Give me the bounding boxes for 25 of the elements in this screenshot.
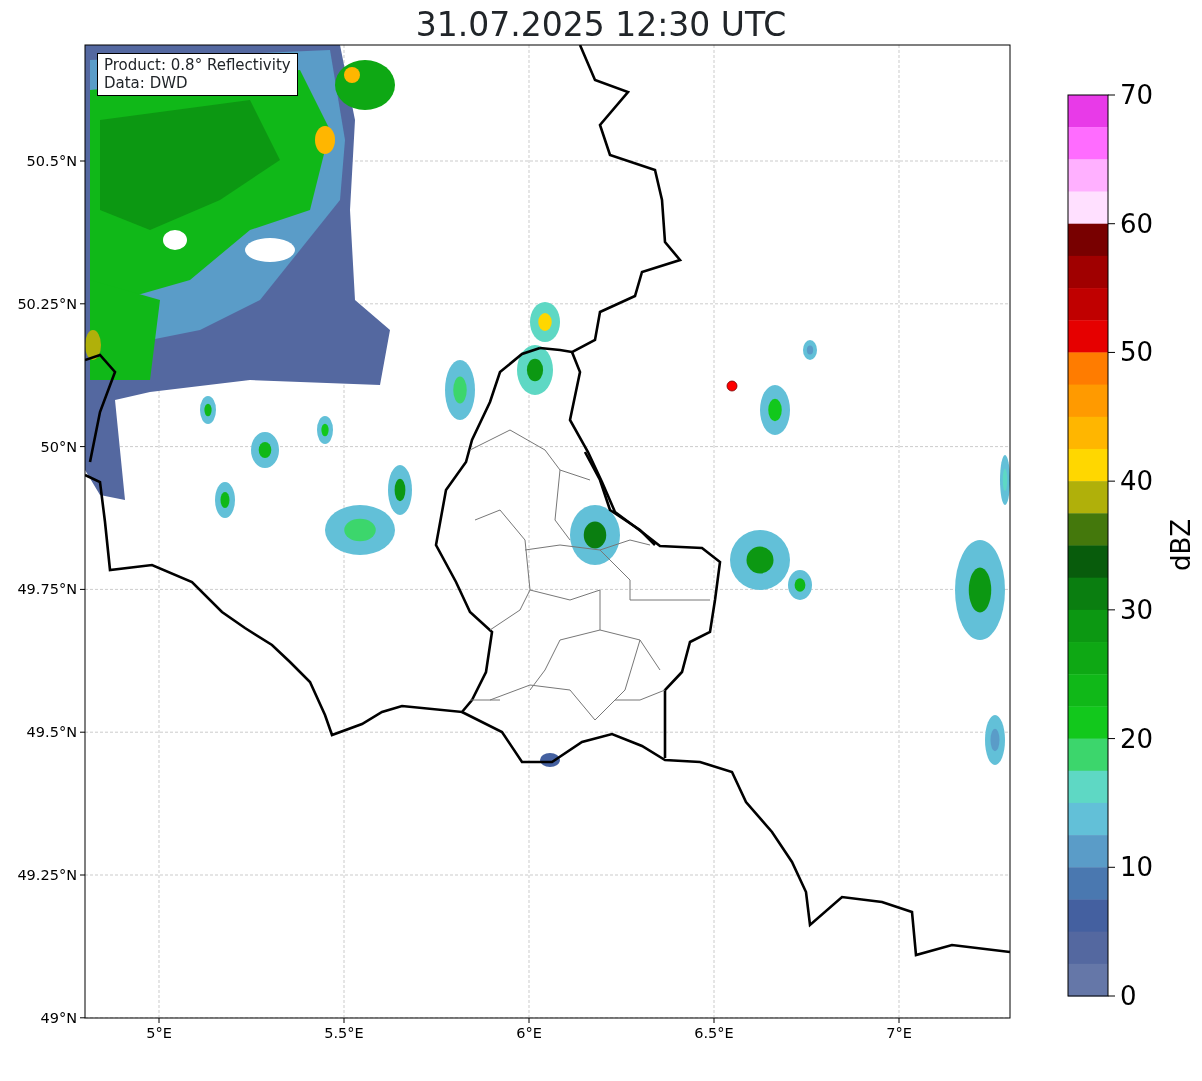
colorbar-label: dBZ — [1166, 518, 1196, 572]
colorbar-tick-label: 60 — [1120, 208, 1154, 239]
colorbar-tick-label: 70 — [1120, 80, 1154, 110]
longitude-label: 5°E — [146, 1025, 172, 1041]
latitude-label: 50.5°N — [26, 153, 77, 169]
latitude-label: 50.25°N — [17, 295, 77, 312]
info-text: Product: 0.8° Reflectivity — [104, 56, 291, 74]
latitude-label: 49.75°N — [17, 581, 77, 598]
latitude-label: 49.25°N — [17, 867, 77, 883]
longitude-label: 6°E — [516, 1025, 542, 1041]
colorbar-tick-label: 20 — [1120, 723, 1154, 754]
latitude-label: 50°N — [40, 438, 77, 455]
chart-title: 31.07.2025 12:30 UTC — [415, 8, 787, 41]
colorbar-tick-label: 10 — [1120, 852, 1154, 883]
longitude-label: 7°E — [886, 1025, 912, 1041]
colorbar-tick-label: 0 — [1120, 981, 1137, 1011]
longitude-label: 6.5°E — [694, 1025, 734, 1041]
location-marker — [726, 380, 738, 392]
colorbar-tick-label: 30 — [1120, 594, 1154, 625]
latitude-label: 49.5°N — [26, 724, 77, 741]
latitude-label: 49°N — [40, 1009, 77, 1026]
info-text: Data: DWD — [104, 74, 189, 92]
colorbar-tick-label: 50 — [1120, 337, 1154, 368]
longitude-label: 5.5°E — [324, 1025, 364, 1041]
colorbar-tick-label: 40 — [1120, 466, 1154, 497]
